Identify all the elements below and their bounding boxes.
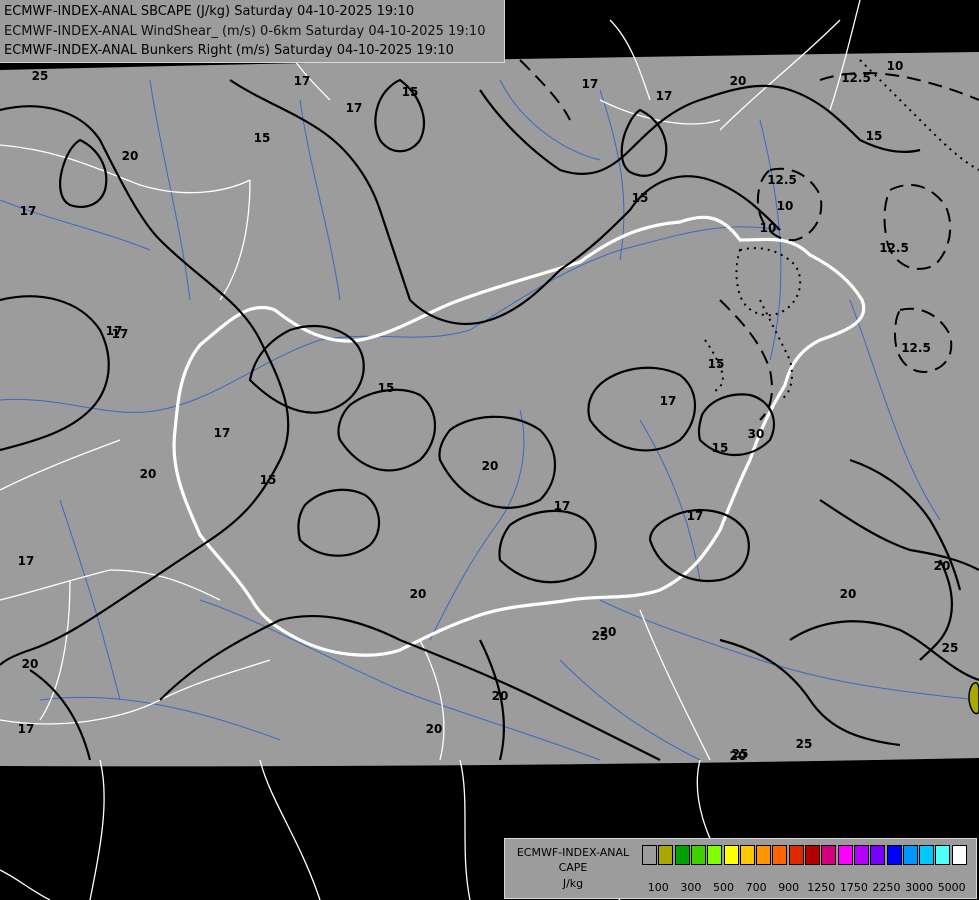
contour-label: 25 bbox=[942, 641, 959, 655]
cape-legend: ECMWF-INDEX-ANAL CAPE J/kg 100 300 500 700 9… bbox=[504, 838, 977, 899]
title-sbcape: ECMWF-INDEX-ANAL SBCAPE (J/kg) Saturday … bbox=[4, 4, 415, 19]
legend-swatch bbox=[919, 845, 935, 865]
contour-label: 12.5 bbox=[841, 71, 871, 85]
contour-label: 20 bbox=[426, 722, 443, 736]
legend-tick-label: 1750 bbox=[839, 881, 868, 894]
legend-swatch bbox=[837, 845, 853, 865]
contour-label: 15 bbox=[708, 357, 725, 371]
contour-label: 10 bbox=[760, 221, 777, 235]
legend-tick-label: 100 bbox=[647, 881, 669, 894]
legend-swatch bbox=[642, 845, 657, 865]
contour-label: 25 bbox=[796, 737, 813, 751]
title-bunkers-right: ECMWF-INDEX-ANAL Bunkers Right (m/s) Sat… bbox=[4, 43, 454, 58]
legend-swatch bbox=[772, 845, 788, 865]
contour-label: 15 bbox=[254, 131, 271, 145]
legend-tick-label: 1250 bbox=[807, 881, 836, 894]
contour-label: 17 bbox=[554, 499, 571, 513]
legend-swatch bbox=[935, 845, 951, 865]
contour-label: 17 bbox=[18, 722, 35, 736]
contour-label: 15 bbox=[866, 129, 883, 143]
legend-swatch bbox=[870, 845, 886, 865]
legend-model-name: ECMWF-INDEX-ANAL bbox=[516, 846, 630, 859]
legend-swatch bbox=[902, 845, 918, 865]
contour-label: 17 bbox=[294, 74, 311, 88]
contour-label: 20 bbox=[140, 467, 157, 481]
legend-swatch bbox=[788, 845, 804, 865]
legend-swatch bbox=[707, 845, 723, 865]
contour-label: 20 bbox=[410, 587, 427, 601]
legend-variable: CAPE bbox=[558, 861, 588, 874]
contour-label: 17 bbox=[112, 327, 129, 341]
contour-label: 20 bbox=[122, 149, 139, 163]
contour-label: 12.5 bbox=[767, 173, 797, 187]
legend-swatch bbox=[674, 845, 690, 865]
contour-label: 20 bbox=[492, 689, 509, 703]
legend-tick-label: 700 bbox=[745, 881, 767, 894]
contour-label: 10 bbox=[887, 59, 904, 73]
legend-swatch bbox=[756, 845, 772, 865]
legend-tick-label: 300 bbox=[680, 881, 702, 894]
legend-tick-label: 500 bbox=[713, 881, 734, 894]
contour-label: 15 bbox=[260, 473, 277, 487]
contour-label: 17 bbox=[18, 554, 35, 568]
contour-label: 20 bbox=[482, 459, 499, 473]
legend-swatch bbox=[853, 845, 869, 865]
contour-label: 17 bbox=[656, 89, 673, 103]
legend-swatch bbox=[821, 845, 837, 865]
legend-swatch bbox=[951, 845, 967, 865]
legend-swatch bbox=[723, 845, 739, 865]
contour-label: 15 bbox=[632, 191, 649, 205]
contour-label: 15 bbox=[402, 85, 419, 99]
contour-label: 17 bbox=[687, 509, 704, 523]
legend-swatch bbox=[805, 845, 820, 865]
contour-label: 17 bbox=[582, 77, 599, 91]
legend-swatch bbox=[739, 845, 755, 865]
legend-swatch bbox=[886, 845, 902, 865]
contour-label: 30 bbox=[748, 427, 765, 441]
contour-label: 20 bbox=[840, 587, 857, 601]
legend-tick-label: 900 bbox=[778, 881, 800, 894]
contour-label: 12.5 bbox=[901, 341, 931, 355]
map-canvas: 25 17 15 17 20 17 15 17 17 20 15 17 20 15 20 17 15 17 20 17… bbox=[0, 0, 979, 900]
legend-swatch bbox=[658, 845, 674, 865]
legend-tick-label: 2250 bbox=[872, 881, 901, 894]
title-windshear: ECMWF-INDEX-ANAL WindShear_ (m/s) 0-6km … bbox=[4, 24, 486, 39]
legend-tick-label: 3000 bbox=[905, 881, 934, 894]
title-panel: ECMWF-INDEX-ANAL SBCAPE (J/kg) Saturday … bbox=[0, 0, 505, 63]
legend-unit: J/kg bbox=[562, 877, 584, 890]
contour-label: 25 bbox=[32, 69, 49, 83]
contour-label: 15 bbox=[712, 441, 729, 455]
contour-label: 20 bbox=[730, 74, 747, 88]
contour-label: 25 bbox=[732, 747, 749, 761]
legend-swatch bbox=[690, 845, 706, 865]
contour-label: 20 bbox=[934, 559, 951, 573]
contour-label: 17 bbox=[660, 394, 677, 408]
contour-label: 15 bbox=[378, 381, 395, 395]
contour-label: 12.5 bbox=[879, 241, 909, 255]
contour-label: 17 bbox=[20, 204, 37, 218]
contour-label: 25 bbox=[592, 629, 609, 643]
contour-label: 20 bbox=[22, 657, 39, 671]
contour-label: 17 bbox=[346, 101, 363, 115]
contour-label: 17 bbox=[214, 426, 231, 440]
contour-label: 10 bbox=[777, 199, 794, 213]
legend-tick-label: 5000 bbox=[937, 881, 966, 894]
